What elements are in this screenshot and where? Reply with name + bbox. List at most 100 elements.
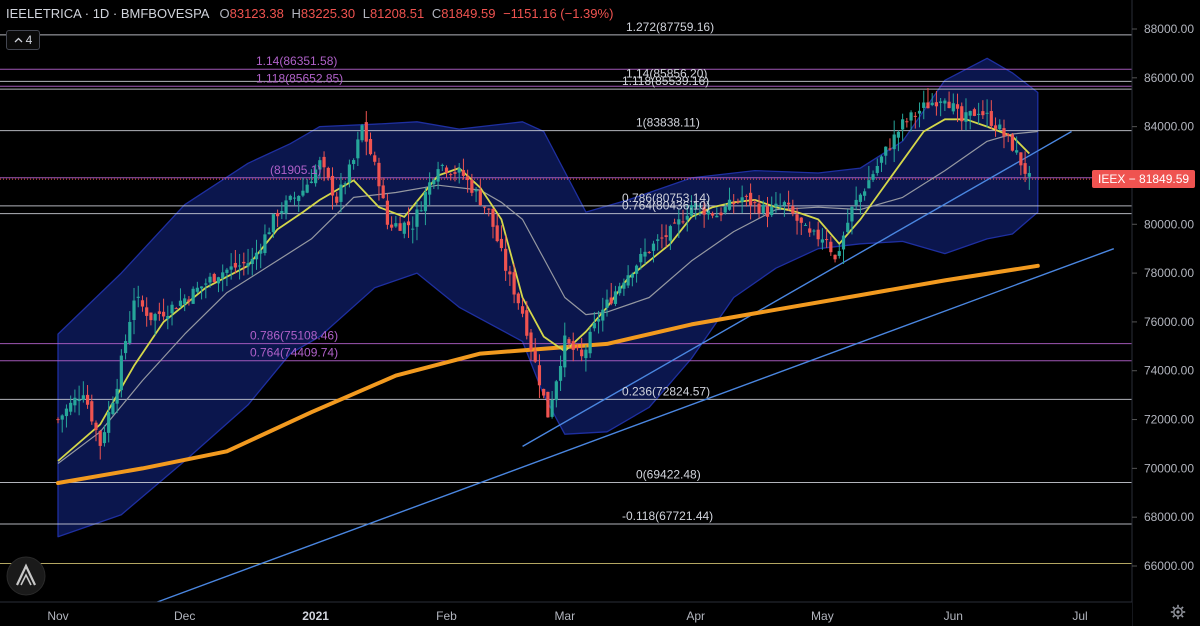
candle-body [960, 106, 964, 122]
candle-body [791, 206, 795, 214]
candle-body [909, 112, 913, 121]
candle-body [174, 308, 178, 310]
candle-body [922, 102, 926, 108]
candle-body [964, 112, 968, 122]
price-tick-label: 70000.00 [1144, 461, 1194, 475]
candle-body [495, 225, 499, 242]
candle-body [436, 169, 440, 182]
price-tick-label: 72000.00 [1144, 413, 1194, 427]
candle-body [888, 148, 892, 150]
candle-body [850, 206, 854, 222]
candle-body [985, 112, 989, 114]
candle-body [677, 219, 681, 225]
fib-level-label-purple: 1.118(85652.85) [256, 71, 343, 85]
price-tick-label: 68000.00 [1144, 510, 1194, 524]
symbol-title[interactable]: IEELETRICA · 1D · BMFBOVESPA [6, 6, 209, 21]
candle-body [77, 399, 81, 402]
candle-body [943, 100, 947, 104]
time-tick-label: Mar [554, 609, 575, 623]
price-tick-label: 86000.00 [1144, 71, 1194, 85]
time-tick-label: May [811, 609, 834, 623]
candle-body [939, 101, 943, 103]
candle-body [208, 276, 212, 283]
candle-body [1019, 152, 1023, 166]
tradingview-logo-icon[interactable] [6, 556, 46, 596]
candle-body [440, 164, 444, 166]
candle-body [123, 341, 128, 354]
candle-body [812, 230, 816, 232]
candle-body [609, 297, 613, 304]
candle-body [630, 273, 634, 278]
candle-body [132, 300, 136, 321]
candle-body [377, 162, 381, 187]
candle-body [736, 201, 740, 203]
candle-body [542, 388, 546, 396]
candle-body [647, 251, 651, 253]
time-tick-label: Apr [686, 609, 705, 623]
candle-body [453, 172, 457, 174]
candle-body [368, 139, 373, 155]
candle-body [981, 111, 985, 116]
candle-body [491, 208, 495, 227]
time-tick-label: Jul [1072, 609, 1087, 623]
candle-body [854, 199, 858, 206]
candle-body [651, 243, 656, 251]
candle-body [204, 283, 208, 285]
candle-body [381, 185, 385, 199]
candle-body [816, 229, 820, 240]
candle-body [525, 310, 529, 336]
chevron-up-icon [14, 37, 23, 43]
candle-body [474, 190, 478, 192]
candle-body [221, 272, 225, 279]
candle-body [803, 224, 808, 226]
candle-body [428, 182, 432, 195]
candle-body [512, 272, 516, 295]
candle-body [934, 102, 939, 107]
fib-level-label: 1.118(85539.16) [622, 74, 709, 88]
candle-body [352, 160, 356, 164]
low-label: L [362, 6, 370, 21]
time-tick-label: Nov [47, 609, 68, 623]
candle-body [951, 103, 955, 112]
candle-body [411, 228, 415, 230]
candle-body [977, 113, 981, 115]
candle-body [212, 273, 216, 282]
candle-body [622, 282, 626, 289]
chart-root[interactable]: 1.272(87759.16) 1.14(85856.20) 1.118(85539… [0, 0, 1200, 626]
candle-body [846, 222, 850, 233]
candle-body [601, 309, 605, 321]
candle-body [276, 212, 280, 217]
candle-body [98, 431, 102, 446]
candle-body [926, 102, 930, 109]
candle-body [681, 221, 685, 223]
close-value: 81849.59 [441, 6, 496, 21]
candle-body [199, 286, 204, 289]
price-chart[interactable]: 1.272(87759.16)1.14(85856.20)1.118(85539… [0, 0, 1200, 626]
candle-body [896, 131, 901, 138]
candle-body [972, 109, 977, 116]
candle-body [284, 200, 288, 214]
indicators-toggle-button[interactable]: 4 [6, 30, 40, 50]
candle-body [166, 315, 170, 320]
candle-body [664, 235, 668, 238]
candle-body [242, 261, 246, 264]
fib-level-label: -0.118(67721.44) [622, 509, 713, 523]
candle-body [309, 181, 313, 183]
candle-body [107, 412, 111, 433]
candle-body [710, 213, 715, 216]
candle-body [508, 271, 512, 275]
candle-body [470, 180, 474, 193]
candle-body [867, 180, 871, 189]
close-label: C [431, 6, 442, 21]
time-axis[interactable]: Nov Dec 2021 Feb Mar Apr May Jun Jul [0, 601, 1132, 626]
candle-body [732, 202, 736, 205]
gear-icon[interactable] [1170, 604, 1186, 620]
candle-body [1002, 128, 1006, 137]
price-axis[interactable]: 88000.0086000.0084000.0082000.0080000.00… [1131, 0, 1200, 626]
candle-body [626, 275, 630, 286]
candle-body [140, 300, 145, 307]
open-label: O [219, 6, 230, 21]
candle-body [656, 239, 660, 241]
candle-body [271, 214, 275, 233]
candle-body [419, 210, 423, 212]
